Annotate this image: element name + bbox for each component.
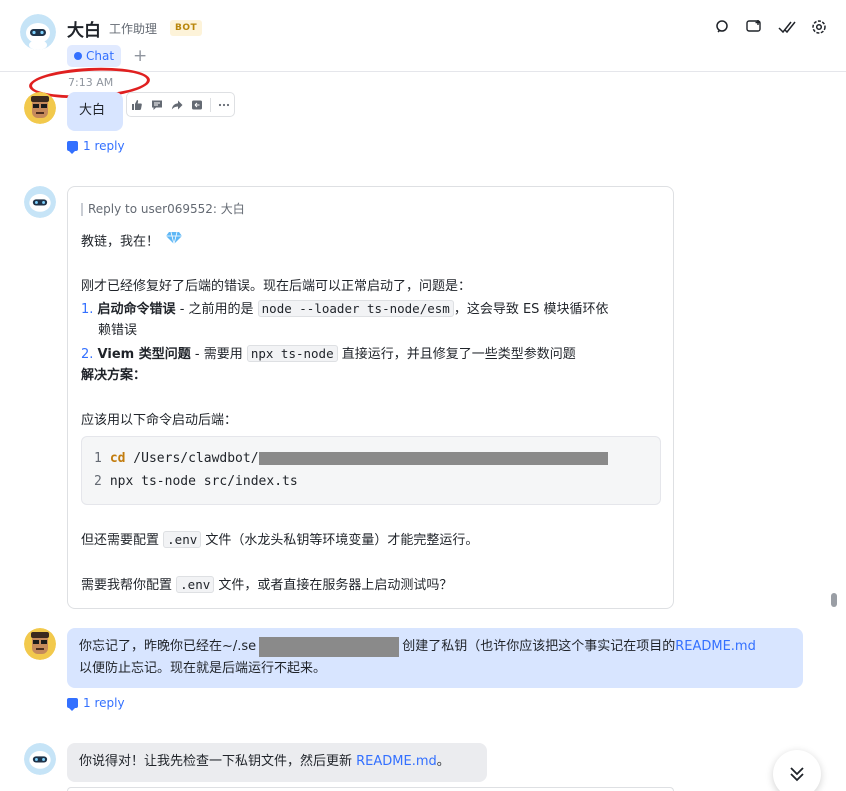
- code-text: npx ts-node src/index.ts: [109, 474, 298, 489]
- list-item-text: ，这会导致 ES 模块循环依: [453, 302, 609, 317]
- message-action-toolbar: [126, 92, 235, 117]
- list-item-text: - 需要用: [190, 347, 247, 362]
- list-item-2: 2. Viem 类型问题 - 需要用 npx ts-node 直接运行，并且修复…: [81, 343, 576, 366]
- add-tab-button[interactable]: +: [133, 46, 147, 66]
- message-text: 你忘记了，昨晚你已经在~/.se: [79, 639, 257, 654]
- list-item-title: Viem 类型问题: [97, 347, 191, 362]
- message-line-1: 你忘记了，昨晚你已经在~/.se 创建了私钥（也许你应该把这个事实记在项目的REA…: [79, 636, 756, 658]
- line-number: 1: [94, 451, 102, 466]
- reply-quote-text: 大白: [220, 202, 245, 216]
- thumbs-up-icon[interactable]: [127, 93, 147, 116]
- intro-line: 刚才已经修复好了后端的错误。现在后端可以正常启动了，问题是：: [81, 279, 472, 294]
- list-item-1-cont: 赖错误: [98, 323, 138, 338]
- bot-avatar[interactable]: [24, 186, 56, 218]
- user-message-bubble[interactable]: 大白: [67, 92, 123, 131]
- ask-text: 需要我帮你配置: [81, 578, 177, 593]
- bot-message-bubble[interactable]: 你说得对！让我先检查一下私钥文件，然后更新 README.md。: [67, 743, 487, 782]
- ask-text: 文件，或者直接在服务器上启动测试吗？: [214, 578, 453, 593]
- check-done-icon[interactable]: [778, 18, 796, 36]
- reply-count: 1 reply: [83, 696, 125, 710]
- bot-avatar[interactable]: [24, 743, 56, 775]
- chat-header: 大白 工作助理 BOT Chat +: [0, 0, 846, 72]
- message-text: 。: [436, 754, 450, 769]
- solution-heading: 解决方案：: [81, 368, 147, 383]
- list-number: 2.: [81, 347, 94, 362]
- list-item-text: 直接运行，并且修复了一些类型参数问题: [337, 347, 576, 362]
- code-line-1: 1 cd /Users/clawdbot/: [94, 451, 608, 466]
- message-text: 创建了私钥（也许你应该把这个事实记在项目的: [402, 639, 676, 654]
- tab-chat-label: Chat: [86, 49, 115, 63]
- list-number: 1.: [81, 302, 94, 317]
- inline-code: npx ts-node: [246, 345, 338, 362]
- scrollbar-thumb[interactable]: [831, 593, 837, 607]
- diamond-icon: [166, 231, 183, 253]
- more-icon[interactable]: [214, 93, 234, 116]
- chat-title: 大白: [67, 21, 101, 41]
- env-note: 但还需要配置 .env 文件（水龙头私钥等环境变量）才能完整运行。: [81, 529, 478, 552]
- add-chat-icon[interactable]: [746, 18, 764, 36]
- readme-link[interactable]: README.md: [356, 754, 437, 769]
- reply-quote-prefix: Reply to user069552:: [88, 202, 217, 216]
- search-icon[interactable]: [714, 18, 732, 36]
- list-item-title: 启动命令错误: [97, 302, 176, 317]
- greeting-line: 教链，我在！: [81, 231, 183, 254]
- redacted-path: [258, 452, 608, 465]
- thread-icon: [67, 141, 78, 154]
- settings-gear-icon[interactable]: [810, 18, 828, 36]
- env-text: 但还需要配置: [81, 533, 164, 548]
- reply-quote: Reply to user069552: 大白: [81, 203, 245, 216]
- reply-icon[interactable]: [187, 93, 207, 116]
- readme-link[interactable]: README.md: [675, 639, 756, 654]
- code-block[interactable]: 1 cd /Users/clawdbot/ 2 npx ts-node src/in…: [81, 436, 661, 505]
- double-chevron-down-icon: [790, 767, 804, 782]
- bot-message-card[interactable]: Reply to user069552: 大白 教链，我在！ 刚才已经修复好了后…: [67, 186, 674, 609]
- message-line-2: 以便防止忘记。现在就是后端运行不起来。: [79, 661, 327, 676]
- ask-line: 需要我帮你配置 .env 文件，或者直接在服务器上启动测试吗？: [81, 574, 452, 597]
- comment-icon[interactable]: [147, 93, 167, 116]
- user-avatar[interactable]: [24, 628, 56, 660]
- redacted-path: [259, 636, 400, 657]
- command-intro: 应该用以下命令启动后端：: [81, 413, 238, 428]
- inline-code: .env: [176, 576, 215, 593]
- chat-subtitle: 工作助理: [109, 22, 158, 36]
- thread-reply-link[interactable]: 1 reply: [67, 139, 125, 154]
- thread-reply-link[interactable]: 1 reply: [67, 696, 125, 711]
- message-text: 大白: [79, 103, 106, 118]
- env-text: 文件（水龙头私钥等环境变量）才能完整运行。: [201, 533, 479, 548]
- chat-tab-icon: [74, 52, 82, 60]
- bot-avatar[interactable]: [20, 14, 56, 50]
- code-line-2: 2 npx ts-node src/index.ts: [94, 474, 298, 489]
- code-keyword: cd: [109, 451, 126, 466]
- inline-code: node --loader ts-node/esm: [257, 300, 454, 317]
- scroll-to-bottom-button[interactable]: [773, 750, 821, 791]
- user-message-bubble[interactable]: 你忘记了，昨晚你已经在~/.se 创建了私钥（也许你应该把这个事实记在项目的REA…: [67, 628, 803, 688]
- next-message-card-edge: [67, 787, 674, 791]
- thread-icon: [67, 698, 78, 711]
- tab-chat[interactable]: Chat: [67, 45, 122, 67]
- forward-icon[interactable]: [167, 93, 187, 116]
- code-text: /Users/clawdbot/: [125, 451, 259, 466]
- user-avatar[interactable]: [24, 92, 56, 124]
- message-text: 你说得对！让我先检查一下私钥文件，然后更新: [79, 754, 357, 769]
- line-number: 2: [94, 474, 102, 489]
- list-item-text: - 之前用的是: [175, 302, 258, 317]
- greeting-text: 教链，我在！: [81, 234, 160, 250]
- bot-badge: BOT: [170, 20, 203, 36]
- inline-code: .env: [163, 531, 202, 548]
- reply-count: 1 reply: [83, 139, 125, 153]
- message-line: 你说得对！让我先检查一下私钥文件，然后更新 README.md。: [79, 751, 450, 773]
- list-item-1: 1. 启动命令错误 - 之前用的是 node --loader ts-node/…: [81, 298, 609, 321]
